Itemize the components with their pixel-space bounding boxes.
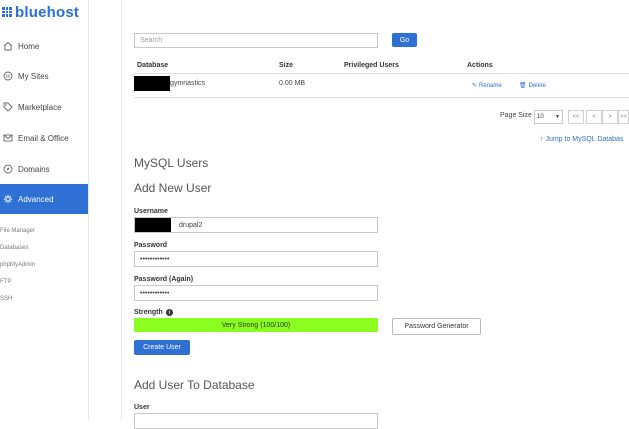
sidebar: bluehost Home W My Sites Marketplace Ema… [0, 0, 89, 420]
column-header-database[interactable]: Database [137, 62, 168, 69]
sidebar-item-domains[interactable]: Domains [0, 154, 88, 184]
pencil-icon: ✎ [472, 83, 478, 89]
sidebar-item-label: Advanced [18, 194, 54, 204]
search-input[interactable]: Search [134, 33, 378, 48]
jump-link[interactable]: ↑ Jump to MySQL Databas [540, 136, 623, 143]
page-size-label: Page Size [500, 112, 532, 119]
subnav-file-manager[interactable]: File Manager [0, 228, 35, 234]
sidebar-item-marketplace[interactable]: Marketplace [0, 92, 88, 122]
section-title-mysql-users: MySQL Users [134, 156, 209, 170]
table-header-divider [134, 73, 629, 74]
sidebar-item-label: Marketplace [18, 102, 62, 112]
delete-label: Delete [528, 82, 546, 89]
subnav-databases[interactable]: Databases [0, 245, 29, 251]
username-field[interactable]: drupal2 [134, 217, 378, 233]
user-select[interactable] [134, 413, 378, 429]
strength-label: Strength [134, 309, 163, 316]
sidebar-item-label: Domains [18, 164, 50, 174]
create-user-button[interactable]: Create User [134, 340, 190, 355]
subnav-ssh[interactable]: SSH [0, 296, 12, 302]
next-page-button[interactable]: > [602, 110, 618, 124]
page-size-select[interactable]: 10 ▼ [534, 110, 563, 124]
prev-page-button[interactable]: < [586, 110, 602, 124]
brand-name: bluehost [15, 3, 80, 21]
section-title-add-new-user: Add New User [134, 181, 212, 195]
sidebar-item-label: Home [18, 41, 40, 51]
rename-label: Rename [479, 82, 502, 89]
tag-icon [2, 101, 14, 113]
table-row-divider [134, 97, 629, 98]
password-label: Password [134, 242, 168, 249]
sidebar-item-my-sites[interactable]: W My Sites [0, 61, 88, 91]
redacted-block [134, 76, 170, 91]
strength-label-row: Strength i [134, 309, 173, 316]
logo-grid-icon [2, 7, 12, 17]
gear-icon [2, 193, 14, 205]
first-page-button[interactable]: << [568, 110, 584, 124]
sidebar-item-email[interactable]: Email & Office [0, 123, 88, 153]
chevron-down-icon: ▼ [555, 114, 560, 120]
home-icon [2, 40, 14, 52]
database-size: 0.00 MB [279, 80, 306, 87]
redacted-block [135, 218, 171, 232]
username-label: Username [134, 208, 168, 215]
rename-link[interactable]: ✎ Rename [472, 82, 502, 90]
password-field[interactable]: •••••••••••• [134, 251, 378, 267]
section-title-add-user-to-database: Add User To Database [134, 378, 255, 392]
svg-text:W: W [5, 74, 11, 80]
password-again-field[interactable]: •••••••••••• [134, 285, 378, 301]
delete-link[interactable]: 🗑 Delete [519, 82, 546, 90]
jump-link-label: Jump to MySQL Databas [545, 136, 624, 143]
column-header-privileged-users: Privileged Users [344, 62, 399, 69]
column-header-size[interactable]: Size [279, 62, 293, 69]
last-page-button[interactable]: >> [618, 110, 629, 124]
wordpress-icon: W [2, 70, 14, 82]
column-header-actions: Actions [467, 62, 493, 69]
subnav-ftp[interactable]: FTP [0, 279, 11, 285]
content-divider [121, 0, 122, 420]
trash-icon: 🗑 [519, 83, 527, 89]
info-icon[interactable]: i [165, 309, 173, 316]
database-name: gymnastics [170, 80, 206, 87]
password-generator-button[interactable]: Password Generator [392, 318, 481, 335]
username-value: drupal2 [179, 221, 203, 229]
password-again-label: Password (Again) [134, 276, 194, 283]
page-size-value: 10 [537, 114, 544, 120]
sidebar-item-label: Email & Office [18, 133, 69, 143]
strength-meter: Very Strong (100/100) [134, 318, 378, 332]
sidebar-item-advanced[interactable]: Advanced [0, 184, 88, 214]
sidebar-item-label: My Sites [18, 71, 49, 81]
compass-icon [2, 163, 14, 175]
sidebar-item-home[interactable]: Home [0, 31, 88, 61]
envelope-icon [2, 132, 14, 144]
go-button[interactable]: Go [392, 33, 417, 47]
bluehost-logo[interactable]: bluehost [2, 2, 79, 22]
user-label: User [134, 404, 150, 411]
subnav-phpmyadmin[interactable]: phpMyAdmin [0, 262, 35, 268]
